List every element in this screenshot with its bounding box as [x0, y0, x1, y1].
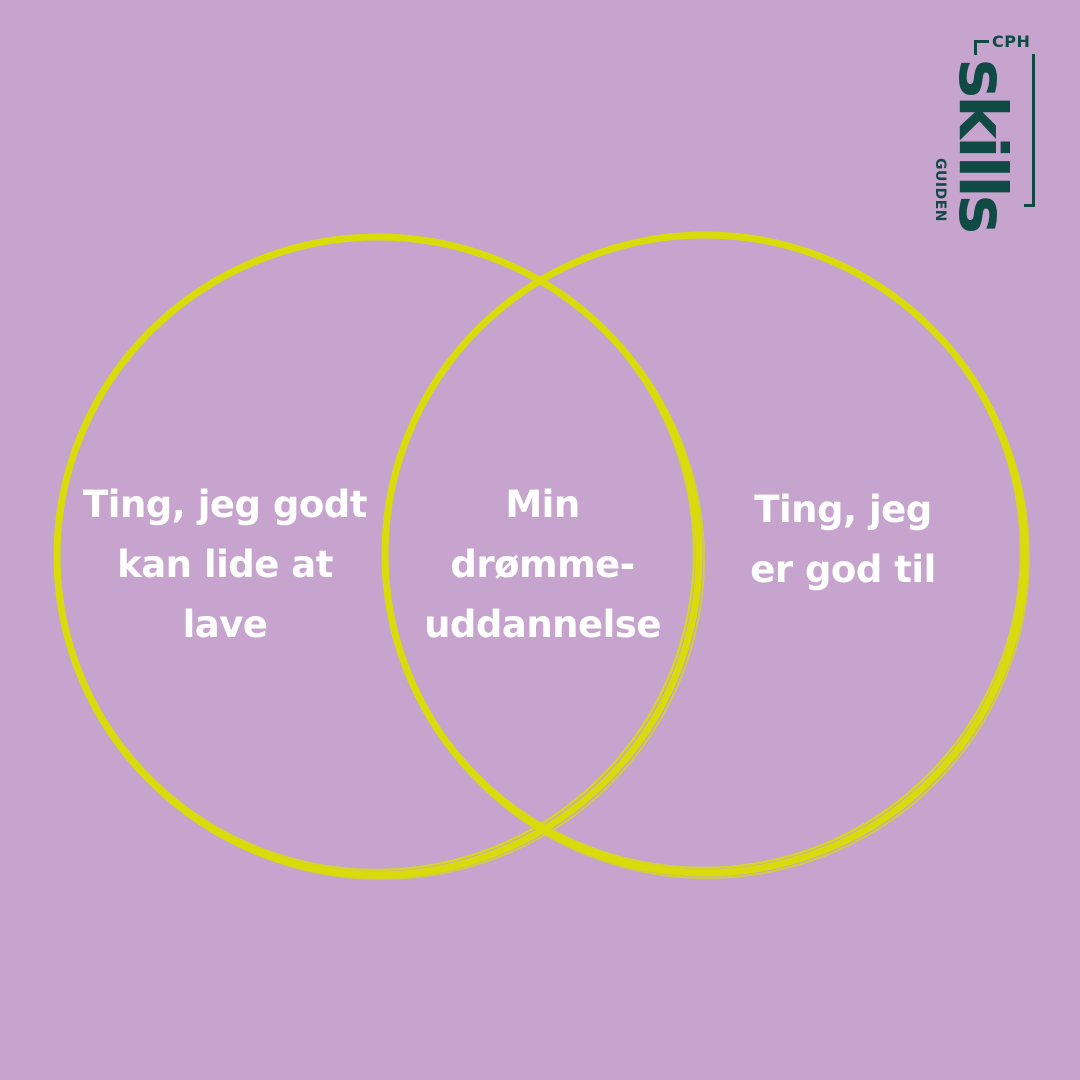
- logo-bracket-top: [974, 40, 989, 55]
- right-circle-label: Ting, jeg er god til: [750, 488, 936, 591]
- venn-diagram-canvas: Ting, jeg godt kan lide at lave Min drøm…: [0, 0, 1080, 1080]
- logo-bracket-right: [1024, 54, 1035, 207]
- logo-wordmark: skills: [944, 58, 1021, 232]
- left-circle-label: Ting, jeg godt kan lide at lave: [83, 483, 367, 646]
- logo-wordmark-wrap: skills: [944, 59, 1021, 231]
- logo-suffix: GUIDEN: [932, 158, 948, 222]
- intersection-label: Min drømme- uddannelse: [424, 483, 661, 646]
- logo-suffix-wrap: GUIDEN: [930, 158, 950, 240]
- logo-prefix: CPH: [992, 32, 1031, 51]
- cph-skills-guiden-logo: CPH skills GUIDEN: [930, 30, 1040, 231]
